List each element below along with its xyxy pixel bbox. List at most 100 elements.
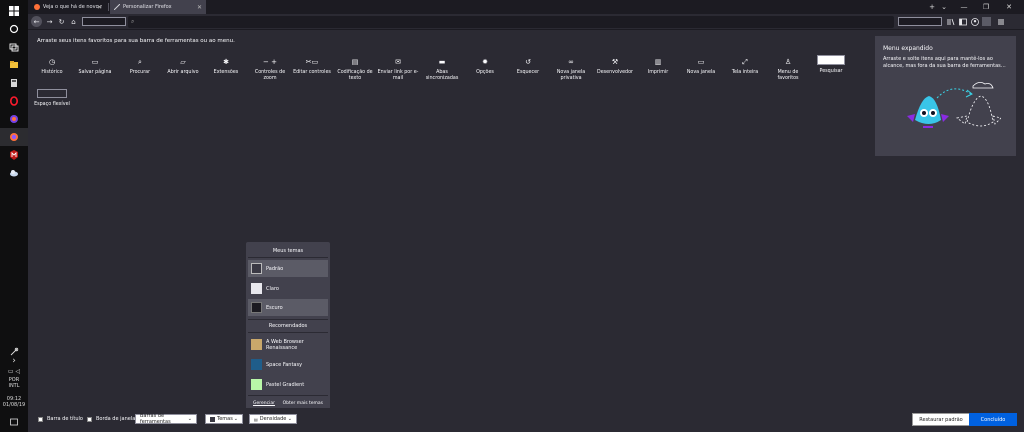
fullscreen-icon: ⤢	[742, 57, 748, 66]
windows-start-icon[interactable]	[0, 2, 28, 20]
theme-space-fantasy[interactable]: Space Fantasy	[248, 356, 328, 373]
maximize-button[interactable]: ❐	[975, 0, 997, 14]
clock[interactable]: 09:12 01/08/19	[0, 396, 28, 408]
palette-label: Editar controles	[293, 70, 331, 75]
hamburger-menu-icon[interactable]	[996, 17, 1005, 26]
themes-dropdown[interactable]: Temas ⌄	[205, 414, 243, 424]
palette-label: Abrir arquivo	[167, 70, 199, 75]
tab-whats-new[interactable]: Veja o que há de novo no Firef… ✕	[30, 0, 106, 14]
palette-zoom-controls[interactable]: − + Controles de zoom	[249, 57, 291, 82]
windows-taskbar: › ▭ ◁ POR INTL 09:12 01/08/19	[0, 0, 28, 432]
palette-text-encoding[interactable]: ▤ Codificação de texto	[334, 57, 376, 82]
done-button[interactable]: Concluído	[969, 413, 1017, 426]
palette-bookmarks-menu[interactable]: ♙ Menu de favoritos	[767, 57, 809, 82]
theme-default[interactable]: Padrão	[248, 260, 328, 277]
theme-pastel-gradient[interactable]: Pastel Gradient	[248, 376, 328, 393]
minimize-button[interactable]: —	[953, 0, 975, 14]
sidebars-icon[interactable]	[958, 17, 967, 26]
account-icon[interactable]	[970, 17, 979, 26]
palette-print[interactable]: ▥ Imprimir	[637, 57, 679, 76]
action-center-icon[interactable]	[0, 416, 28, 428]
printer-icon: ▥	[654, 58, 662, 66]
palette-label: Tela inteira	[731, 70, 759, 75]
tray-chevron-icon[interactable]: ›	[0, 356, 28, 366]
search-icon: ⌕	[131, 18, 135, 25]
file-explorer-icon[interactable]	[0, 56, 28, 74]
weather-icon[interactable]	[0, 164, 28, 182]
language-indicator[interactable]: POR INTL	[0, 377, 28, 389]
my-themes-header: Meus temas	[272, 248, 304, 254]
text-encoding-icon: ▤	[351, 58, 359, 66]
theme-name: Pastel Gradient	[266, 381, 305, 388]
density-icon: ▤	[254, 416, 258, 422]
palette-history[interactable]: ◷ Histórico	[31, 57, 73, 76]
palette-options[interactable]: ✹ Opções	[464, 57, 506, 76]
overflow-menu-icon[interactable]	[982, 17, 991, 26]
palette-edit-controls[interactable]: ✂▭ Editar controles	[291, 57, 333, 76]
palette-private-window[interactable]: ∞ Nova janela privativa	[550, 57, 592, 82]
tab-title: Veja o que há de novo no Firef…	[42, 4, 102, 10]
overflow-panel[interactable]: Menu expandido Arraste e solte itens aqu…	[875, 36, 1016, 156]
tab-list-button[interactable]: ⌄	[938, 0, 950, 14]
theme-name: Claro	[266, 285, 279, 292]
window-border-checkbox[interactable]: Borda de janela	[87, 416, 135, 422]
palette-synced-tabs[interactable]: ▬ Abas sincronizadas	[421, 57, 463, 82]
palette-forget[interactable]: ↺ Esquecer	[507, 57, 549, 76]
palette-fullscreen[interactable]: ⤢ Tela inteira	[724, 57, 766, 76]
tab-close-icon[interactable]: ✕	[197, 4, 202, 11]
firefox-icon[interactable]	[0, 128, 28, 146]
home-button[interactable]: ⌂	[68, 16, 79, 27]
palette-extensions[interactable]: ✱ Extensões	[205, 57, 247, 76]
forward-button[interactable]: →	[44, 16, 55, 27]
density-dropdown[interactable]: ▤ Densidade ⌄	[249, 414, 297, 424]
flexible-space[interactable]	[82, 17, 126, 26]
library-icon[interactable]	[946, 17, 955, 26]
theme-light[interactable]: Claro	[248, 280, 328, 297]
back-button[interactable]: ←	[31, 16, 42, 27]
url-bar[interactable]: ⌕	[128, 16, 894, 28]
zoom-icon: − +	[263, 58, 277, 66]
chevron-down-icon: ⌄	[187, 416, 192, 422]
palette-search[interactable]: Pesquisar	[810, 55, 852, 75]
palette-label: Desenvolvedor	[597, 70, 633, 75]
palette-label: Procurar	[129, 70, 151, 75]
palette-save-page[interactable]: ▭ Salvar página	[74, 57, 116, 76]
bookmark-menu-icon: ♙	[784, 58, 792, 66]
tab-close-icon[interactable]: ✕	[97, 4, 102, 11]
manage-themes-link[interactable]: Gerenciar	[253, 401, 275, 406]
puzzle-icon: ✱	[223, 58, 229, 66]
close-window-button[interactable]: ✕	[997, 0, 1021, 14]
reload-button[interactable]: ↻	[56, 16, 67, 27]
palette-label: Imprimir	[647, 70, 669, 75]
calculator-icon[interactable]	[0, 74, 28, 92]
theme-web-browser-renaissance[interactable]: A Web Browser Renaissance	[248, 336, 328, 353]
get-more-themes-link[interactable]: Obter mais temas	[283, 401, 323, 406]
volume-icon[interactable]: ▭ ◁	[0, 367, 28, 376]
chevron-down-icon: ⌄	[233, 416, 238, 422]
flexible-space-right[interactable]	[898, 17, 942, 26]
palette-label: Menu de favoritos	[777, 70, 799, 81]
palette-label: Extensões	[213, 70, 239, 75]
cortana-icon[interactable]	[0, 20, 28, 38]
palette-email-link[interactable]: ✉ Enviar link por e-mail	[377, 57, 419, 82]
opera-icon[interactable]	[0, 92, 28, 110]
theme-thumbnail	[251, 302, 262, 313]
title-bar-checkbox[interactable]: Barra de título	[38, 416, 83, 422]
palette-label: Codificação de texto	[337, 70, 373, 81]
clock-date: 01/08/19	[2, 402, 26, 408]
toolbars-dropdown[interactable]: Barras de ferramentas ⌄	[135, 413, 197, 425]
palette-open-file[interactable]: ▱ Abrir arquivo	[162, 57, 204, 76]
tab-strip: Veja o que há de novo no Firef… ✕ Person…	[28, 0, 1024, 14]
tab-customize-firefox[interactable]: Personalizar Firefox ✕	[110, 0, 206, 14]
task-view-icon[interactable]	[0, 38, 28, 56]
mcafee-icon[interactable]	[0, 146, 28, 164]
palette-developer[interactable]: ⚒ Desenvolvedor	[594, 57, 636, 76]
firefox-nightly-icon[interactable]	[0, 110, 28, 128]
palette-flexible-space[interactable]: Espaço flexível	[31, 89, 73, 108]
new-tab-button[interactable]: +	[926, 0, 938, 14]
search-icon: ⌕	[138, 57, 142, 66]
palette-new-window[interactable]: ▭ Nova janela	[680, 57, 722, 76]
palette-find[interactable]: ⌕ Procurar	[119, 57, 161, 76]
restore-defaults-button[interactable]: Restaurar padrão	[912, 413, 970, 426]
theme-dark[interactable]: Escuro	[248, 299, 328, 316]
